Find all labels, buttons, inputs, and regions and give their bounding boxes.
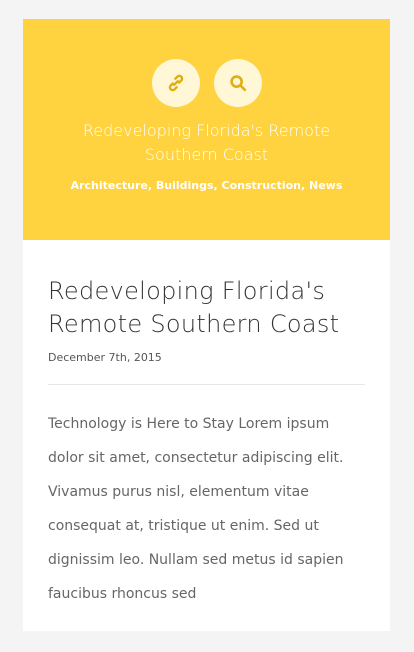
hero-title[interactable]: Redeveloping Florida's Remote Southern C… bbox=[53, 119, 360, 167]
post-card: Redeveloping Florida's Remote Southern C… bbox=[23, 19, 390, 631]
post-date: December 7th, 2015 bbox=[48, 351, 162, 364]
hero-categories[interactable]: Architecture, Buildings, Construction, N… bbox=[33, 179, 380, 192]
post-hero: Redeveloping Florida's Remote Southern C… bbox=[23, 19, 390, 240]
zoom-button[interactable] bbox=[213, 59, 262, 107]
post-excerpt: Technology is Here to Stay Lorem ipsum d… bbox=[48, 416, 344, 602]
search-icon bbox=[229, 75, 246, 92]
link-icon bbox=[168, 74, 183, 92]
permalink-button[interactable] bbox=[151, 59, 200, 107]
post-title[interactable]: Redeveloping Florida's Remote Southern C… bbox=[48, 275, 365, 341]
post-body: Redeveloping Florida's Remote Southern C… bbox=[23, 240, 390, 611]
hero-actions bbox=[23, 59, 390, 107]
divider bbox=[48, 384, 365, 385]
